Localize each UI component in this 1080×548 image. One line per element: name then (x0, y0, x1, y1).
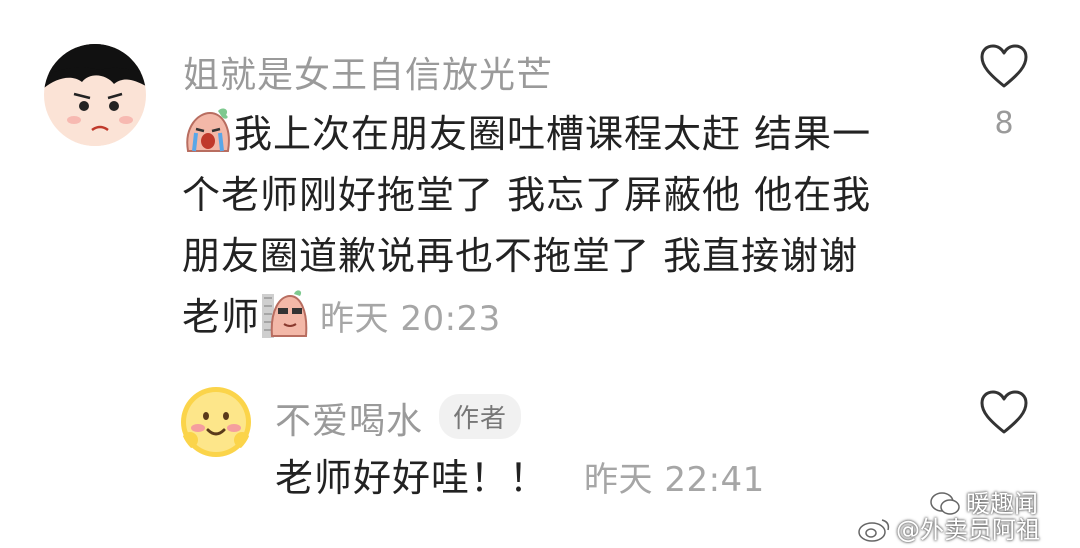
comment-line: 老师 昨天 20:23 (182, 287, 871, 348)
watermark-handle-text: @外卖员阿祖 (896, 516, 1040, 544)
like-count: 8 (994, 106, 1014, 141)
comment-line-text: 老师 (182, 295, 261, 339)
comment-timestamp: 昨天 20:23 (320, 299, 501, 339)
heart-icon[interactable] (979, 44, 1029, 94)
heart-icon[interactable] (979, 390, 1029, 440)
reply-text: 老师好好哇！！ 昨天 22:41 (275, 448, 765, 509)
comment-line: 我上次在朋友圈吐槽课程太赶 结果一 (182, 104, 871, 165)
comment-line: 朋友圈道歉说再也不拖堂了 我直接谢谢 (182, 234, 859, 278)
comment-text: 我上次在朋友圈吐槽课程太赶 结果一 个老师刚好拖堂了 我忘了屏蔽他 他在我 朋友… (182, 104, 871, 348)
avatar[interactable] (44, 44, 146, 146)
avatar[interactable] (180, 386, 252, 458)
comment-line-text: 我上次在朋友圈吐槽课程太赶 结果一 (234, 112, 872, 156)
reply-username: 不爱喝水 作者 (275, 392, 522, 444)
peeking-emoji-icon (260, 288, 308, 356)
reply-line-text: 老师好好哇！！ (275, 456, 549, 500)
cartoon-girl-avatar-icon (44, 44, 146, 146)
comment-line: 个老师刚好拖堂了 我忘了屏蔽他 他在我 (182, 173, 872, 217)
reply-username-text[interactable]: 不爱喝水 (275, 401, 423, 442)
comment-username[interactable]: 姐就是女王自信放光芒 (183, 46, 553, 98)
watermark-handle: @外卖员阿祖 (858, 510, 1040, 548)
weibo-logo-icon (858, 516, 892, 548)
author-badge: 作者 (439, 394, 522, 439)
crying-emoji-icon (182, 107, 234, 173)
reply-timestamp: 昨天 22:41 (584, 460, 765, 500)
reply-line: 老师好好哇！！ 昨天 22:41 (275, 448, 765, 509)
smiling-face-avatar-icon (181, 387, 251, 457)
